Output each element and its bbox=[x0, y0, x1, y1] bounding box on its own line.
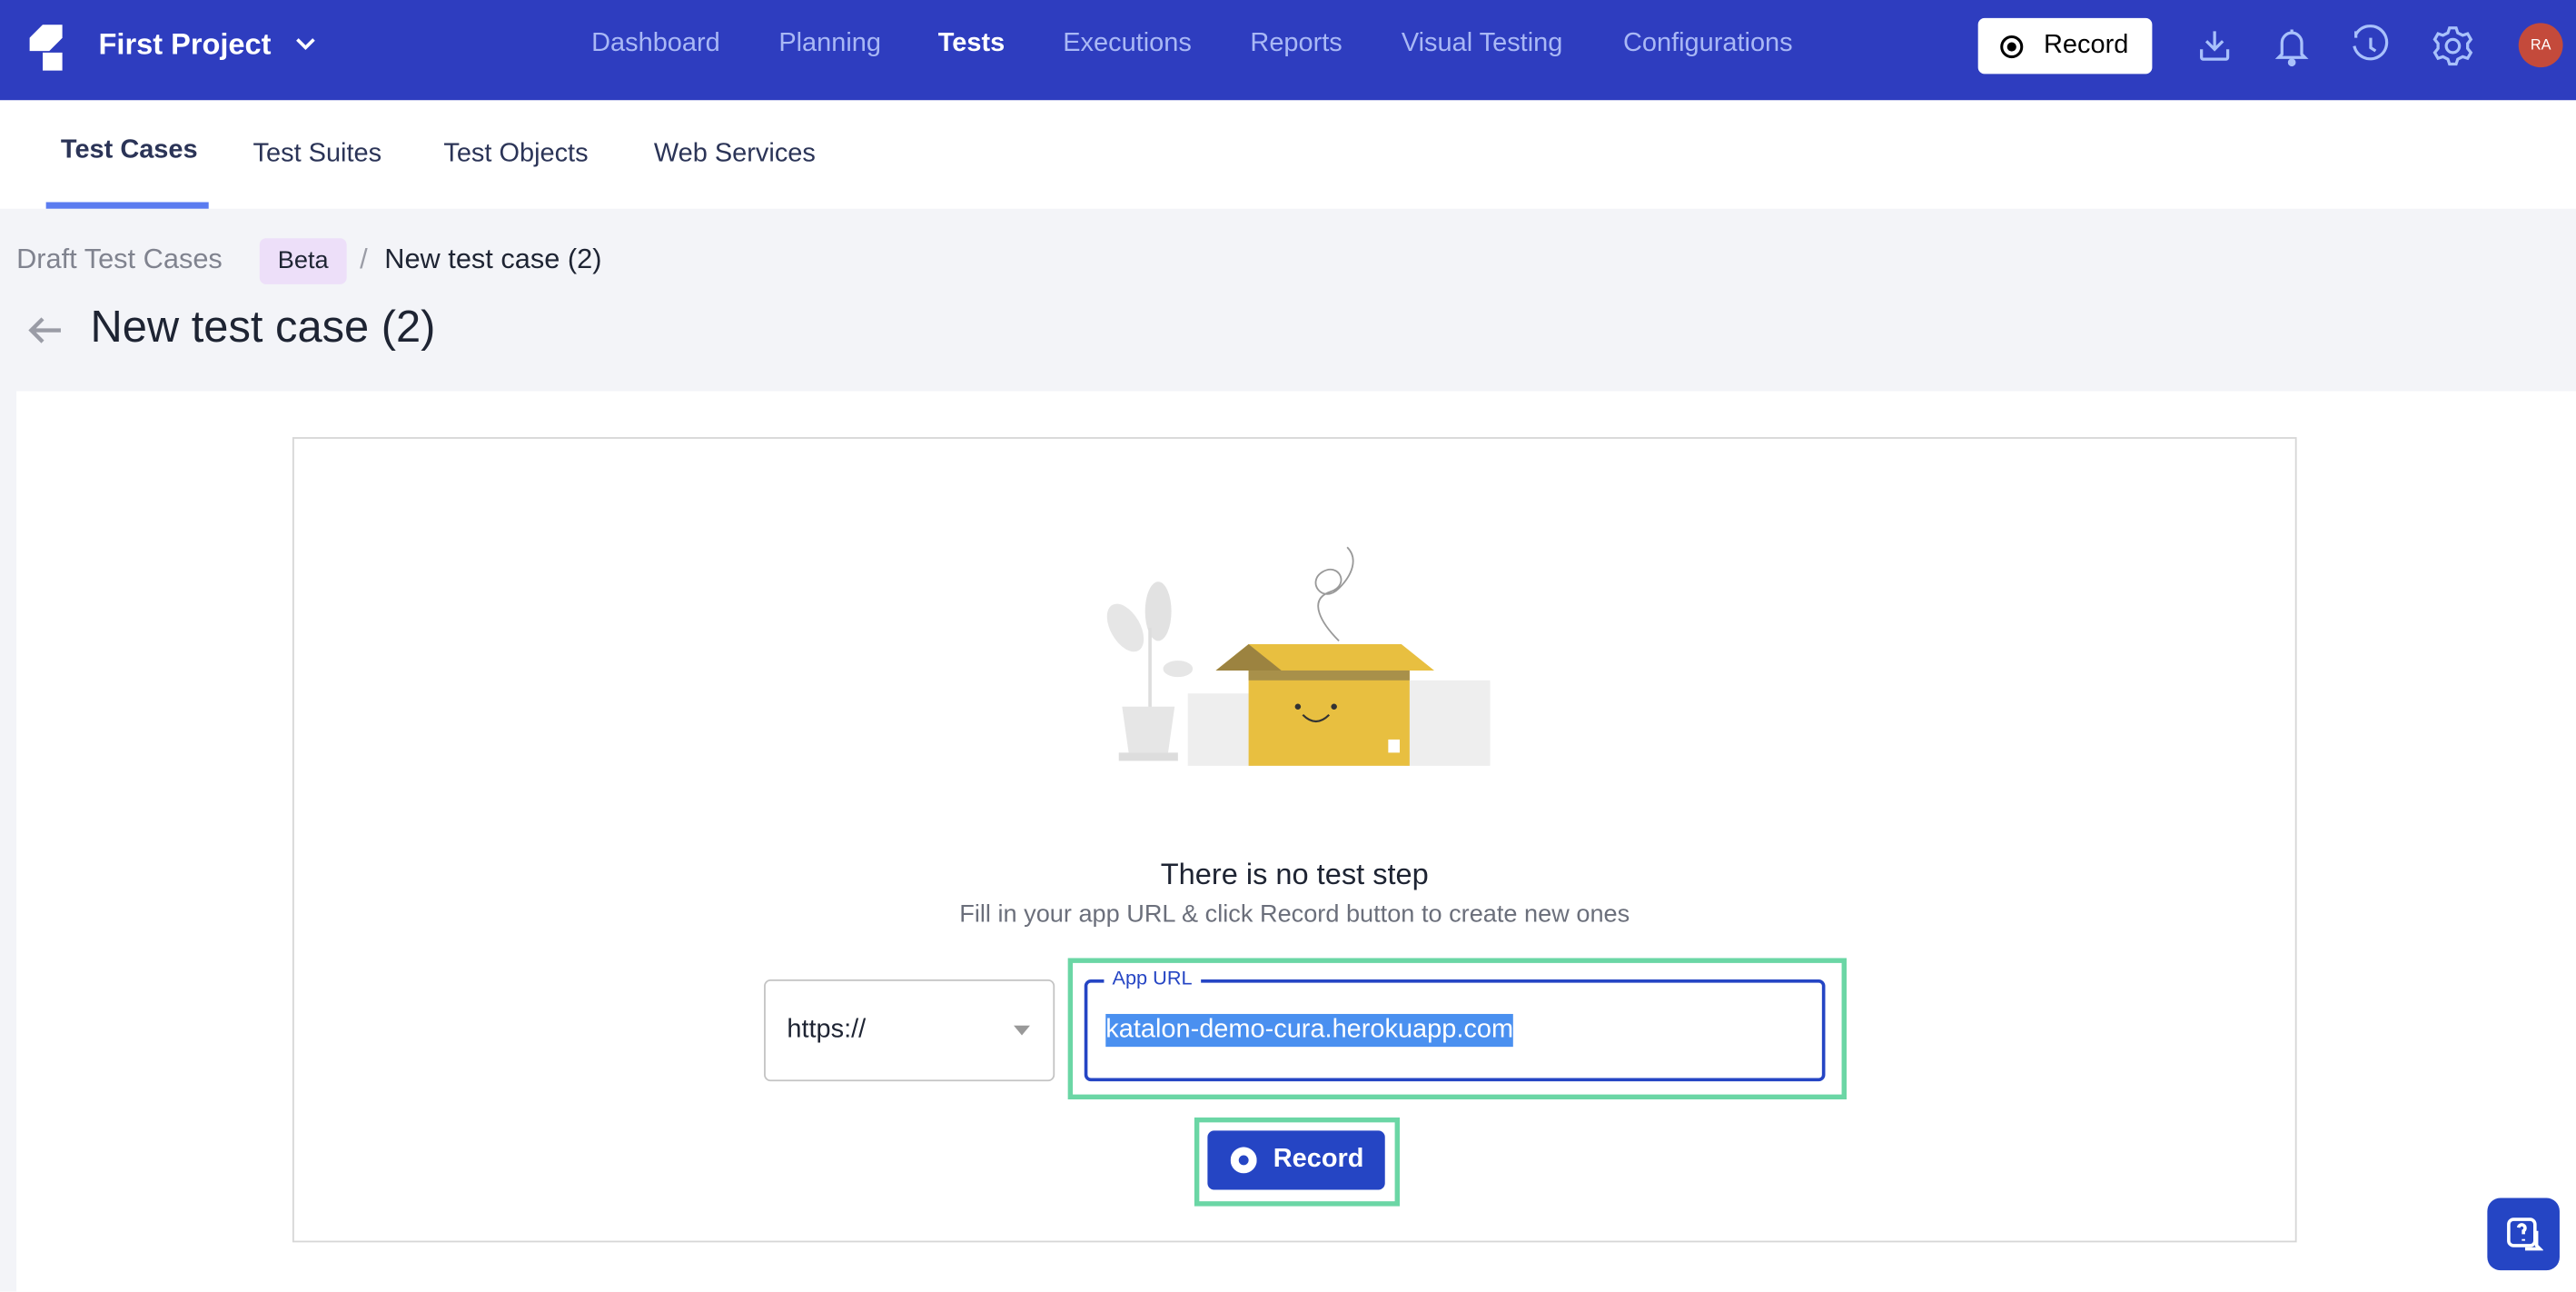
nav-tests[interactable]: Tests bbox=[938, 30, 1005, 60]
breadcrumb-parent[interactable]: Draft Test Cases bbox=[16, 243, 223, 276]
breadcrumb-separator: / bbox=[360, 243, 368, 275]
record-icon bbox=[1230, 1147, 1257, 1174]
nav-visual-testing[interactable]: Visual Testing bbox=[1402, 30, 1563, 60]
header-record-label: Record bbox=[2044, 31, 2129, 60]
record-button-label: Record bbox=[1273, 1145, 1364, 1174]
sub-navigation bbox=[0, 100, 2576, 209]
gear-icon[interactable] bbox=[2430, 23, 2476, 69]
protocol-select[interactable]: https:// bbox=[764, 979, 1055, 1082]
app-url-value: katalon-demo-cura.herokuapp.com bbox=[1105, 1013, 1514, 1048]
empty-state-title: There is no test step bbox=[1160, 858, 1429, 891]
header-record-button[interactable]: Record bbox=[1977, 17, 2153, 75]
katalon-logo-icon[interactable] bbox=[29, 25, 63, 71]
tab-test-cases[interactable]: Test Cases bbox=[61, 136, 198, 166]
help-chat-icon bbox=[2503, 1215, 2543, 1254]
tab-test-objects[interactable]: Test Objects bbox=[443, 140, 588, 170]
nav-reports[interactable]: Reports bbox=[1250, 30, 1342, 60]
chevron-down-icon[interactable] bbox=[294, 33, 317, 55]
breadcrumb-current: New test case (2) bbox=[384, 243, 602, 275]
protocol-value: https:// bbox=[787, 1015, 867, 1044]
tab-test-suites[interactable]: Test Suites bbox=[253, 140, 382, 170]
empty-box-illustration bbox=[1093, 529, 1495, 772]
page-title: New test case (2) bbox=[90, 302, 436, 353]
nav-dashboard[interactable]: Dashboard bbox=[591, 30, 720, 60]
record-icon bbox=[1999, 35, 2024, 59]
nav-configurations[interactable]: Configurations bbox=[1623, 30, 1793, 60]
app-url-label: App URL bbox=[1104, 966, 1201, 989]
help-chat-button[interactable] bbox=[2487, 1198, 2560, 1271]
back-arrow-icon[interactable] bbox=[25, 313, 64, 346]
download-icon[interactable] bbox=[2195, 26, 2234, 65]
record-button[interactable]: Record bbox=[1207, 1130, 1385, 1190]
beta-badge: Beta bbox=[259, 238, 347, 284]
history-icon[interactable] bbox=[2349, 25, 2392, 67]
bell-icon[interactable] bbox=[2272, 25, 2311, 67]
dropdown-arrow-icon bbox=[1013, 1025, 1031, 1036]
project-name[interactable]: First Project bbox=[99, 28, 272, 63]
nav-executions[interactable]: Executions bbox=[1063, 30, 1192, 60]
active-tab-indicator bbox=[45, 202, 209, 209]
tab-web-services[interactable]: Web Services bbox=[654, 140, 816, 170]
nav-planning[interactable]: Planning bbox=[778, 30, 881, 60]
empty-state-subtitle: Fill in your app URL & click Record butt… bbox=[959, 900, 1630, 929]
app-url-input[interactable]: App URL katalon-demo-cura.herokuapp.com bbox=[1084, 966, 1826, 1082]
user-avatar[interactable]: RA bbox=[2518, 23, 2563, 68]
